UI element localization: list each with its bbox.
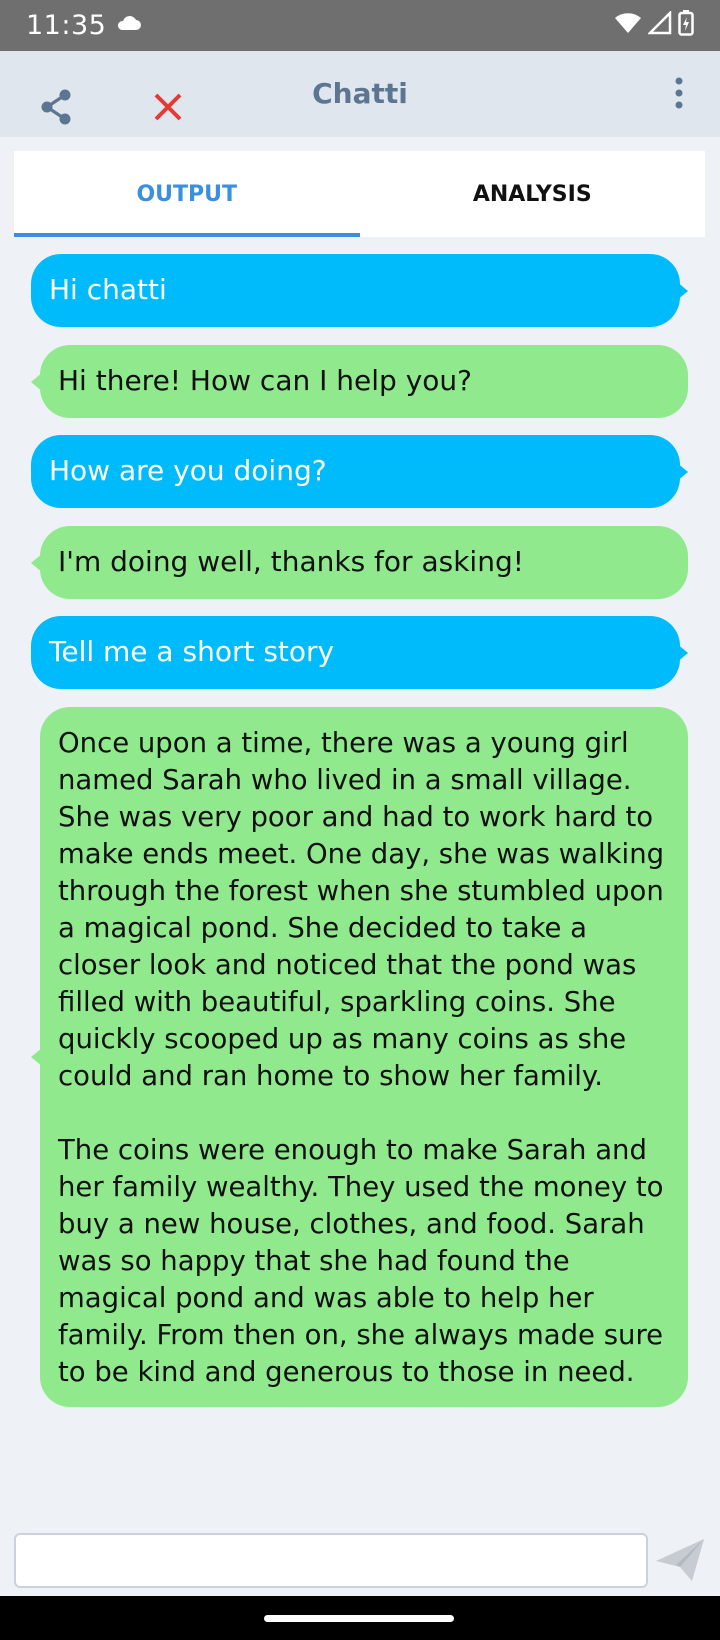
status-right <box>614 9 694 41</box>
message-text: I'm doing well, thanks for asking! <box>58 545 524 578</box>
message-text: Tell me a short story <box>49 635 335 668</box>
message-text: Hi there! How can I help you? <box>58 364 473 397</box>
status-left: 11:35 <box>26 10 142 41</box>
user-message: Hi chatti <box>31 254 688 327</box>
bot-message: I'm doing well, thanks for asking! <box>31 526 688 599</box>
send-icon[interactable] <box>650 1535 710 1585</box>
page-title: Chatti <box>312 77 408 110</box>
system-nav-bar <box>0 1596 720 1640</box>
home-handle[interactable] <box>264 1615 454 1622</box>
battery-icon <box>678 10 694 41</box>
user-message: How are you doing? <box>31 435 688 508</box>
more-vert-icon[interactable] <box>664 75 694 111</box>
user-message: Tell me a short story <box>31 616 688 689</box>
message-input[interactable] <box>14 1533 648 1588</box>
signal-icon <box>646 9 672 40</box>
cloud-icon <box>116 14 142 37</box>
message-text: How are you doing? <box>49 454 327 487</box>
tab-analysis[interactable]: ANALYSIS <box>360 151 706 237</box>
status-time: 11:35 <box>26 10 107 41</box>
status-bar: 11:35 <box>0 0 720 51</box>
wifi-icon <box>614 11 642 40</box>
bot-message: Once upon a time, there was a young girl… <box>31 707 688 1407</box>
tab-bar: OUTPUT ANALYSIS <box>14 151 705 237</box>
app-toolbar: Chatti <box>0 51 720 137</box>
tab-output[interactable]: OUTPUT <box>14 151 360 237</box>
message-text: Once upon a time, there was a young girl… <box>58 727 665 1388</box>
bot-message: Hi there! How can I help you? <box>31 345 688 418</box>
message-text: Hi chatti <box>49 273 167 306</box>
